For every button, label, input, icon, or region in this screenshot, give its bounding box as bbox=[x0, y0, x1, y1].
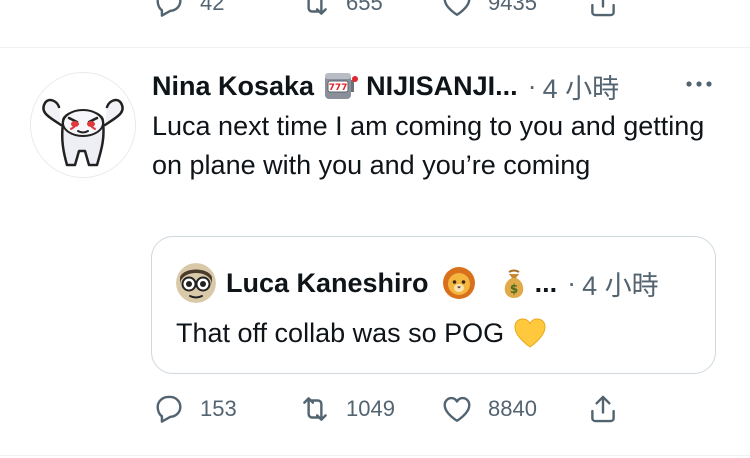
reply-icon bbox=[156, 0, 182, 17]
quoted-author-avatar bbox=[176, 263, 216, 303]
more-options-button[interactable] bbox=[684, 76, 714, 92]
retweet-icon bbox=[307, 0, 327, 15]
previous-reply-count: 42 bbox=[200, 0, 225, 15]
share-icon bbox=[591, 0, 615, 17]
like-count: 8840 bbox=[488, 396, 537, 421]
tweet-actions: 153 1049 8840 bbox=[0, 392, 750, 428]
quoted-tweet-body: That off collab was so POG bbox=[176, 313, 548, 353]
author-name[interactable]: Nina Kosaka bbox=[152, 71, 314, 102]
like-icon bbox=[443, 396, 471, 422]
quoted-header-ellipsis: ... bbox=[534, 267, 558, 298]
previous-retweet-button[interactable]: 655 bbox=[298, 0, 383, 20]
tweet-divider-top bbox=[0, 47, 750, 48]
svg-text:777: 777 bbox=[329, 83, 348, 93]
retweet-button[interactable]: 1049 bbox=[298, 392, 395, 426]
previous-like-button[interactable]: 9435 bbox=[440, 0, 537, 20]
quoted-tweet-time[interactable]: 4 小時 bbox=[582, 264, 659, 303]
slot-machine-emoji-icon: 777 bbox=[322, 70, 359, 102]
share-button[interactable] bbox=[586, 392, 620, 426]
like-icon bbox=[443, 0, 471, 16]
share-icon bbox=[591, 395, 615, 423]
quoted-tweet-card[interactable]: Luca Kaneshiro $ ... · 4 小時 That off col… bbox=[151, 236, 716, 374]
lion-emoji-icon bbox=[441, 266, 477, 300]
retweet-icon bbox=[303, 397, 327, 421]
svg-text:$: $ bbox=[509, 282, 517, 296]
more-icon bbox=[686, 81, 712, 87]
reply-count: 153 bbox=[200, 396, 237, 421]
avatar-character-image bbox=[31, 73, 135, 177]
previous-retweet-count: 655 bbox=[346, 0, 383, 15]
reply-icon bbox=[156, 395, 182, 423]
previous-like-count: 9435 bbox=[488, 0, 537, 15]
tweet-time[interactable]: 4 小時 bbox=[543, 67, 620, 106]
author-avatar[interactable] bbox=[30, 72, 136, 178]
quoted-header-separator: · bbox=[567, 267, 577, 298]
reply-button[interactable]: 153 bbox=[152, 392, 237, 426]
tweet-header: Nina Kosaka 777 NIJISANJI... · 4 小時 bbox=[152, 68, 619, 104]
previous-share-button[interactable] bbox=[586, 0, 620, 20]
tweet-divider-bottom bbox=[0, 455, 750, 456]
header-separator: · bbox=[527, 70, 537, 101]
tweet-text: Luca next time I am coming to you and ge… bbox=[152, 111, 705, 180]
author-org[interactable]: NIJISANJI... bbox=[366, 71, 518, 102]
quoted-avatar-image bbox=[176, 263, 216, 303]
quoted-tweet-text: That off collab was so POG bbox=[176, 318, 505, 348]
quoted-tweet-header: Luca Kaneshiro $ ... · 4 小時 bbox=[176, 263, 659, 303]
money-bag-emoji-icon: $ bbox=[497, 266, 531, 300]
like-button[interactable]: 8840 bbox=[440, 392, 537, 426]
yellow-heart-emoji-icon bbox=[512, 316, 548, 350]
previous-tweet-actions: 42 655 9435 bbox=[0, 0, 750, 20]
quoted-author-name[interactable]: Luca Kaneshiro bbox=[226, 268, 429, 299]
previous-reply-button[interactable]: 42 bbox=[152, 0, 224, 20]
retweet-count: 1049 bbox=[346, 396, 395, 421]
